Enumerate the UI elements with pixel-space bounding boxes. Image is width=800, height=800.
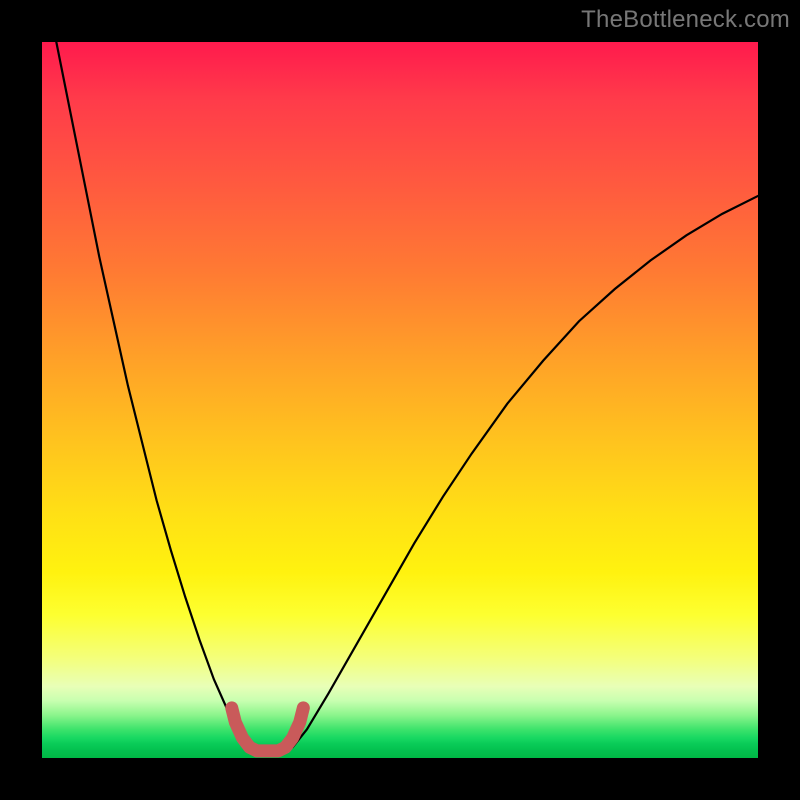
plot-area	[42, 42, 758, 758]
curve-left	[56, 42, 249, 747]
chart-svg	[42, 42, 758, 758]
chart-frame: TheBottleneck.com	[0, 0, 800, 800]
curve-right	[293, 196, 758, 747]
watermark-text: TheBottleneck.com	[581, 6, 790, 34]
valley-highlight	[232, 708, 304, 751]
